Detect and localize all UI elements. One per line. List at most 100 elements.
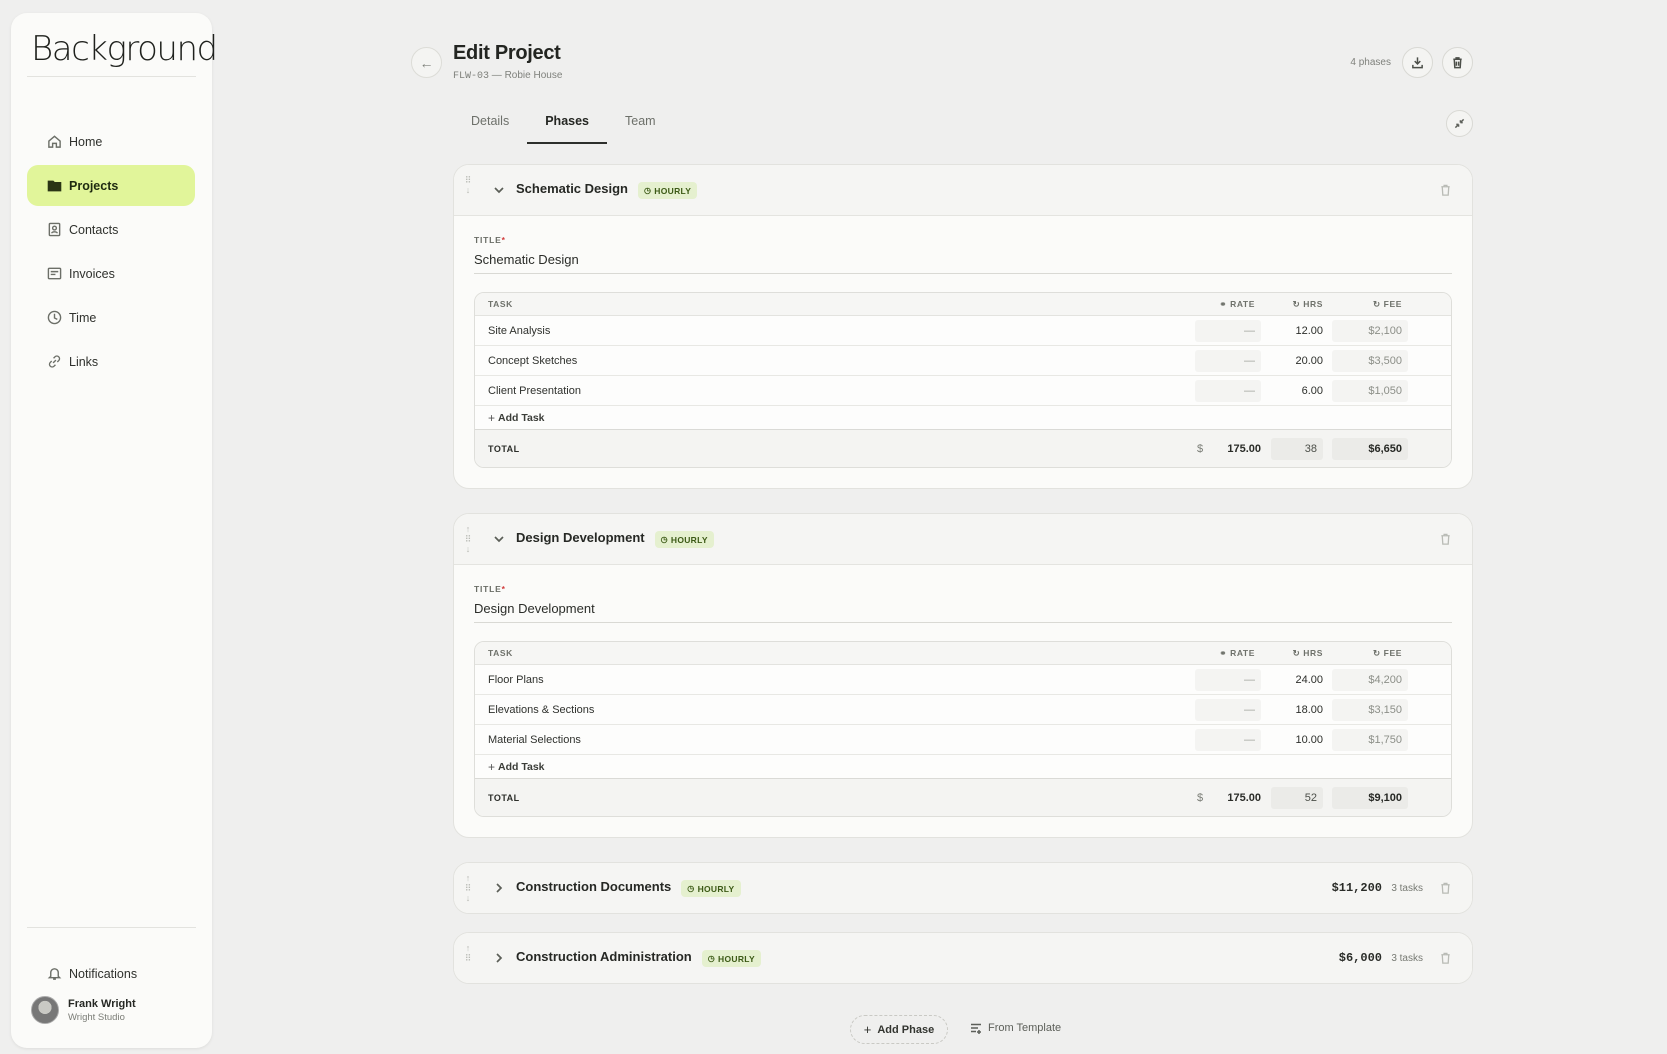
phase-name: Construction Administration ◷ HOURLY <box>516 949 761 967</box>
task-name[interactable]: Concept Sketches <box>488 355 577 367</box>
task-fee[interactable]: $2,100 <box>1332 319 1408 342</box>
task-fee[interactable]: $1,050 <box>1332 379 1408 402</box>
sidebar-item-label: Contacts <box>69 222 119 237</box>
phase-count: 4 phases <box>1350 57 1391 68</box>
drag-handle-icon[interactable]: ⠿ ↓ <box>463 175 473 207</box>
trash-icon[interactable] <box>1439 183 1452 197</box>
col-hrs-header: ↻ HRS <box>1267 648 1323 659</box>
total-rate[interactable]: 175.00 <box>1215 443 1261 455</box>
folder-icon <box>47 180 62 192</box>
sidebar: Background Home Projects Contacts Invoic… <box>11 13 218 1048</box>
clock-icon: ◷ <box>707 954 716 963</box>
task-hrs[interactable]: 18.00 <box>1267 704 1323 716</box>
user-name: Frank Wright <box>68 997 136 1010</box>
task-name[interactable]: Elevations & Sections <box>488 704 594 716</box>
hourly-badge: ◷ HOURLY <box>638 182 698 199</box>
tab-phases[interactable]: Phases <box>527 104 607 144</box>
col-rate-header: ⚭ RATE <box>1195 642 1261 664</box>
chevron-right-icon[interactable] <box>493 952 505 964</box>
chevron-down-icon[interactable] <box>493 533 505 545</box>
phase-title-input[interactable] <box>474 594 1452 623</box>
sync-icon: ↻ <box>1372 648 1384 658</box>
task-hrs[interactable]: 24.00 <box>1267 674 1323 686</box>
total-rate[interactable]: 175.00 <box>1215 792 1261 804</box>
sidebar-item-invoices[interactable]: Invoices <box>27 253 195 294</box>
task-rate[interactable]: — <box>1195 668 1261 691</box>
task-fee[interactable]: $1,750 <box>1332 728 1408 751</box>
chevron-right-icon[interactable] <box>493 882 505 894</box>
task-hrs[interactable]: 6.00 <box>1267 385 1323 397</box>
trash-icon[interactable] <box>1439 951 1452 965</box>
table-row: Floor Plans — 24.00 $4,200 <box>475 665 1451 695</box>
drag-handle-icon[interactable]: ↑ ⠿ ↓ <box>463 873 473 905</box>
task-name[interactable]: Floor Plans <box>488 674 544 686</box>
task-hrs[interactable]: 10.00 <box>1267 734 1323 746</box>
phase-header[interactable]: ⠿ ↓ Schematic Design ◷ HOURLY <box>454 165 1472 216</box>
total-fee: $9,100 <box>1332 786 1408 809</box>
add-task-button[interactable]: + Add Task <box>475 406 1451 430</box>
task-rate[interactable]: — <box>1195 319 1261 342</box>
task-hrs[interactable]: 12.00 <box>1267 325 1323 337</box>
home-icon <box>48 135 61 148</box>
drag-handle-icon[interactable]: ↑ ⠿ <box>463 943 473 975</box>
required-mark: * <box>501 235 506 245</box>
task-fee[interactable]: $3,500 <box>1332 349 1408 372</box>
task-rate[interactable]: — <box>1195 379 1261 402</box>
sidebar-item-home[interactable]: Home <box>27 121 195 162</box>
table-row: Elevations & Sections — 18.00 $3,150 <box>475 695 1451 725</box>
phase-title-input[interactable] <box>474 245 1452 274</box>
phase-header[interactable]: ↑ ⠿ ↓ Construction Documents ◷ HOURLY $11,20… <box>454 863 1472 913</box>
tab-details[interactable]: Details <box>453 104 527 144</box>
back-button[interactable]: ← <box>411 47 442 78</box>
col-fee-text: FEE <box>1383 648 1402 658</box>
delete-project-button[interactable] <box>1442 47 1473 78</box>
tab-team[interactable]: Team <box>607 104 674 144</box>
add-task-button[interactable]: + Add Task <box>475 755 1451 779</box>
page-subtitle: FLW-03 — Robie House <box>453 70 562 82</box>
add-task-label: Add Task <box>498 760 545 773</box>
col-hrs-text: HRS <box>1303 298 1323 309</box>
sidebar-item-label: Projects <box>69 178 119 193</box>
total-label: TOTAL <box>488 792 520 803</box>
user-profile[interactable]: Frank Wright Wright Studio <box>31 996 136 1024</box>
phase-name: Construction Documents ◷ HOURLY <box>516 879 741 897</box>
task-rate[interactable]: — <box>1195 728 1261 751</box>
task-name[interactable]: Material Selections <box>488 734 581 746</box>
drag-handle-icon[interactable]: ↑ ⠿ ↓ <box>463 524 473 556</box>
download-button[interactable] <box>1402 47 1433 78</box>
total-hrs: 38 <box>1271 437 1323 460</box>
phase-name-text: Construction Documents <box>516 879 672 894</box>
task-hrs[interactable]: 20.00 <box>1267 355 1323 367</box>
task-fee[interactable]: $3,150 <box>1332 698 1408 721</box>
task-name[interactable]: Client Presentation <box>488 385 581 397</box>
invoice-icon <box>47 267 62 280</box>
sidebar-item-time[interactable]: Time <box>27 297 195 338</box>
trash-icon[interactable] <box>1439 881 1452 895</box>
sidebar-item-projects[interactable]: Projects <box>27 165 195 206</box>
add-phase-button[interactable]: + Add Phase <box>850 1015 948 1044</box>
trash-icon[interactable] <box>1439 532 1452 546</box>
sidebar-item-contacts[interactable]: Contacts <box>27 209 195 250</box>
task-rate[interactable]: — <box>1195 349 1261 372</box>
plus-icon: + <box>488 759 496 774</box>
task-rate[interactable]: — <box>1195 698 1261 721</box>
table-row: Site Analysis — 12.00 $2,100 <box>475 316 1451 346</box>
required-mark: * <box>501 584 506 594</box>
task-fee[interactable]: $4,200 <box>1332 668 1408 691</box>
sync-icon: ↻ <box>1292 298 1304 309</box>
clock-icon: ◷ <box>660 535 668 544</box>
phase-header[interactable]: ↑ ⠿ ↓ Design Development ◷ HOURLY <box>454 514 1472 565</box>
sidebar-item-notifications[interactable]: Notifications <box>27 953 195 994</box>
phase-header[interactable]: ↑ ⠿ Construction Administration ◷ HOURLY $6… <box>454 933 1472 983</box>
chevron-down-icon[interactable] <box>493 184 505 196</box>
col-task-header: TASK <box>488 299 513 309</box>
from-template-label: From Template <box>988 1022 1062 1034</box>
table-row: Material Selections — 10.00 $1,750 <box>475 725 1451 755</box>
app-logo: Background <box>31 29 218 69</box>
collapse-all-button[interactable] <box>1446 110 1473 137</box>
sidebar-item-links[interactable]: Links <box>27 341 195 382</box>
total-fee: $6,650 <box>1332 437 1408 460</box>
phase-card: ↑⠿↓ Design Development ◷HOURLY TITLE* TAS… <box>453 513 1473 838</box>
from-template-button[interactable]: From Template <box>970 1022 1061 1034</box>
task-name[interactable]: Site Analysis <box>488 325 550 337</box>
